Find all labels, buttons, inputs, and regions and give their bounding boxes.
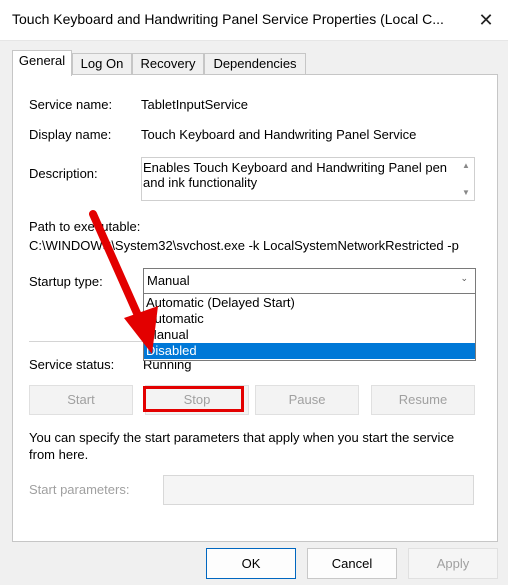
cancel-button[interactable]: Cancel xyxy=(307,548,397,579)
scroll-up-icon[interactable]: ▲ xyxy=(460,161,472,170)
pause-button[interactable]: Pause xyxy=(255,385,359,415)
start-params-input[interactable] xyxy=(163,475,474,505)
divider xyxy=(29,341,143,342)
resume-button[interactable]: Resume xyxy=(371,385,475,415)
service-status-label: Service status: xyxy=(29,357,115,372)
help-text: You can specify the start parameters tha… xyxy=(29,430,455,462)
tab-general[interactable]: General xyxy=(12,50,72,76)
ok-button[interactable]: OK xyxy=(206,548,296,579)
service-name-value: TabletInputService xyxy=(141,97,248,112)
startup-type-dropdown: Automatic (Delayed Start) Automatic Manu… xyxy=(143,293,476,361)
startup-type-label: Startup type: xyxy=(29,274,103,289)
option-disabled[interactable]: Disabled xyxy=(144,343,475,359)
option-manual[interactable]: Manual xyxy=(144,327,475,343)
tab-recovery[interactable]: Recovery xyxy=(132,53,204,75)
general-panel: Service name: TabletInputService Display… xyxy=(12,74,498,542)
option-automatic-delayed[interactable]: Automatic (Delayed Start) xyxy=(144,295,475,311)
tab-dependencies[interactable]: Dependencies xyxy=(204,53,306,75)
service-name-label: Service name: xyxy=(29,97,113,112)
annotation-highlight-box xyxy=(143,386,244,412)
tab-log-on[interactable]: Log On xyxy=(72,53,132,75)
scroll-down-icon[interactable]: ▼ xyxy=(460,188,472,197)
option-automatic[interactable]: Automatic xyxy=(144,311,475,327)
description-box[interactable]: Enables Touch Keyboard and Handwriting P… xyxy=(141,157,475,201)
close-icon[interactable]: ✕ xyxy=(470,4,502,36)
path-label: Path to executable: xyxy=(29,219,141,234)
description-label: Description: xyxy=(29,166,98,181)
start-button[interactable]: Start xyxy=(29,385,133,415)
apply-button[interactable]: Apply xyxy=(408,548,498,579)
description-value: Enables Touch Keyboard and Handwriting P… xyxy=(143,160,448,190)
window-title: Touch Keyboard and Handwriting Panel Ser… xyxy=(12,11,444,27)
display-name-label: Display name: xyxy=(29,127,112,142)
path-value: C:\WINDOWS\System32\svchost.exe -k Local… xyxy=(29,238,459,253)
chevron-down-icon[interactable]: ⌄ xyxy=(460,273,468,284)
startup-type-select[interactable]: Manual ⌄ xyxy=(143,268,476,294)
startup-type-value: Manual xyxy=(147,273,190,288)
display-name-value: Touch Keyboard and Handwriting Panel Ser… xyxy=(141,127,417,142)
title-bar: Touch Keyboard and Handwriting Panel Ser… xyxy=(0,0,508,41)
start-params-label: Start parameters: xyxy=(29,482,130,497)
